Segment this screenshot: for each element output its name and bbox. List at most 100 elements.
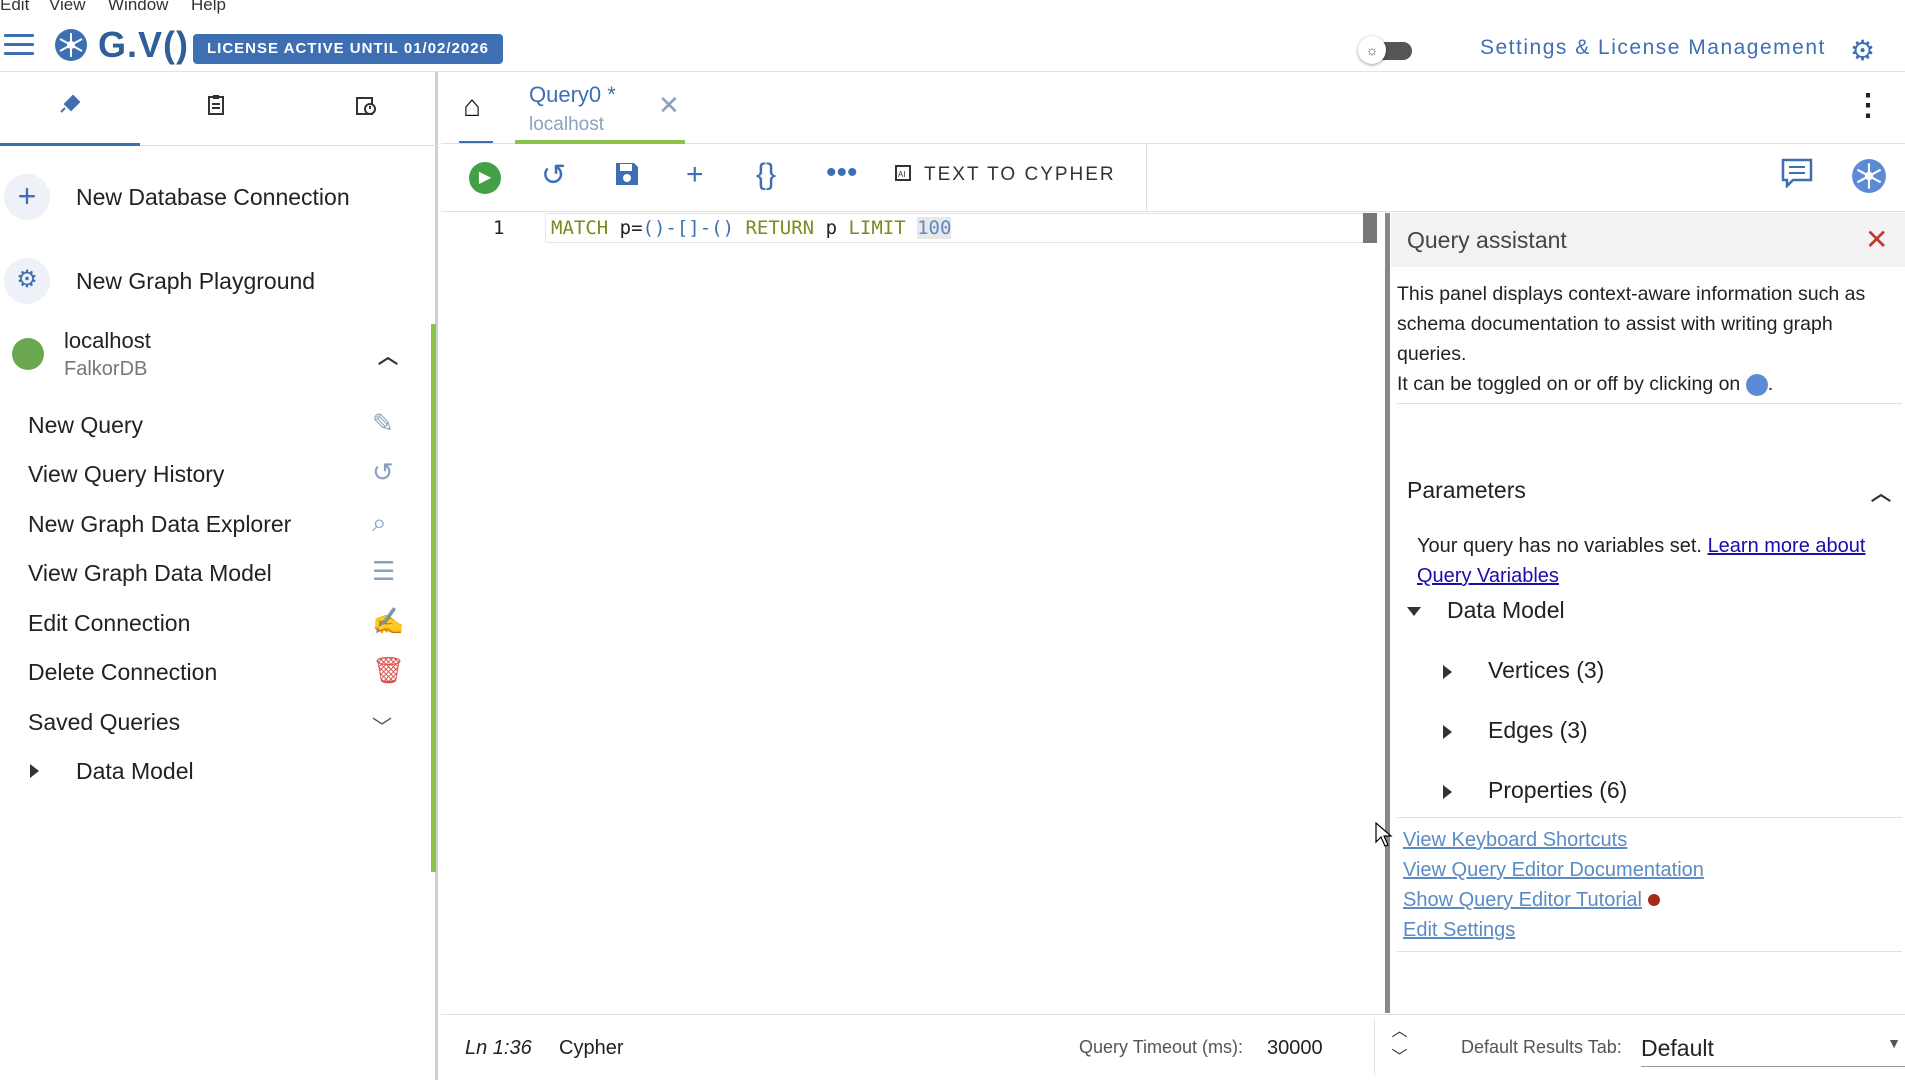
parameters-title: Parameters — [1407, 477, 1526, 503]
menu-window[interactable]: Window — [108, 0, 168, 15]
text-to-cypher-button[interactable]: TEXT TO CYPHER — [924, 164, 1116, 186]
edit-icon: ✍ — [372, 606, 405, 636]
sidebar-tabs — [0, 72, 438, 146]
new-query-item[interactable]: New Query ✎ — [0, 402, 430, 452]
close-icon[interactable]: ✕ — [1865, 223, 1888, 256]
assistant-desc-2: It can be toggled on or off by clicking … — [1397, 373, 1774, 396]
code-line[interactable]: MATCH p=()-[]-() RETURN p LIMIT 100 — [551, 217, 952, 239]
timeout-label: Query Timeout (ms): — [1079, 1037, 1244, 1057]
logo-text: G.V() — [98, 24, 189, 65]
chevron-up-icon[interactable]: ︿ — [378, 340, 398, 369]
close-tab-icon[interactable]: ✕ — [658, 90, 680, 121]
new-graph-data-explorer-label: New Graph Data Explorer — [28, 511, 292, 537]
tab-connections[interactable] — [0, 72, 140, 146]
new-graph-playground-button[interactable]: ⚙ New Graph Playground — [0, 246, 438, 316]
assistant-title: Query assistant — [1407, 227, 1567, 253]
caret-right-icon — [1443, 784, 1452, 799]
plug-icon — [59, 94, 81, 121]
view-graph-data-model-label: View Graph Data Model — [28, 560, 272, 586]
panel-splitter[interactable] — [1385, 213, 1390, 1013]
language-label: Cypher — [559, 1037, 624, 1059]
sidebar: + New Database Connection ⚙ New Graph Pl… — [0, 72, 438, 1080]
add-icon[interactable]: + — [686, 158, 704, 192]
run-query-button[interactable]: ▶ — [469, 162, 501, 194]
tab-history[interactable] — [296, 72, 436, 146]
menu-bar: Edit View Window Help — [0, 0, 1905, 14]
history-button[interactable]: ↺ — [541, 158, 566, 193]
timeout-stepper[interactable]: ︿ ﹀ — [1374, 1019, 1424, 1075]
gear-icon[interactable]: ⚙ — [1850, 34, 1875, 67]
delete-connection-item[interactable]: Delete Connection 🗑 — [0, 649, 430, 699]
chevron-down-icon: ﹀ — [372, 717, 392, 739]
data-model-tree-item[interactable]: Data Model — [0, 748, 430, 798]
chevron-up-icon[interactable]: ︿ — [1871, 477, 1891, 506]
keyboard-shortcuts-link[interactable]: View Keyboard Shortcuts — [1403, 829, 1627, 851]
editor-docs-link[interactable]: View Query Editor Documentation — [1403, 859, 1704, 881]
edges-tree-item[interactable]: Edges (3) — [1443, 717, 1588, 744]
view-query-history-label: View Query History — [28, 461, 225, 487]
svg-text:AI: AI — [898, 170, 906, 179]
home-underline — [459, 141, 493, 143]
edit-settings-link[interactable]: Edit Settings — [1403, 919, 1515, 941]
view-query-history-item[interactable]: View Query History ↺ — [0, 451, 430, 501]
chevron-down-icon[interactable]: ﹀ — [1375, 1045, 1424, 1071]
tab-subtitle: localhost — [529, 114, 604, 135]
query-assistant-toggle-icon[interactable] — [1851, 158, 1887, 202]
menu-help[interactable]: Help — [191, 0, 226, 15]
tab-title: Query0 * — [529, 82, 616, 107]
database-icon: ☰ — [372, 556, 396, 586]
chevron-up-icon[interactable]: ︿ — [1375, 1019, 1424, 1045]
edit-connection-item[interactable]: Edit Connection ✍ — [0, 600, 430, 650]
properties-tree-item[interactable]: Properties (6) — [1443, 777, 1627, 804]
status-bar: Ln 1:36 Cypher Query Timeout (ms): 30000… — [441, 1014, 1905, 1080]
save-icon[interactable] — [613, 160, 641, 196]
cursor-position: Ln 1:36 — [465, 1037, 532, 1059]
new-database-connection-button[interactable]: + New Database Connection — [0, 162, 438, 232]
hamburger-menu-icon[interactable] — [4, 34, 34, 56]
results-tab-label: Default Results Tab: — [1461, 1037, 1622, 1057]
assistant-header: Query assistant ✕ — [1391, 213, 1905, 267]
editor-tutorial-link[interactable]: Show Query Editor Tutorial — [1403, 889, 1642, 911]
license-badge: LICENSE ACTIVE UNTIL 01/02/2026 — [193, 34, 503, 64]
caret-right-icon — [1443, 664, 1452, 679]
dropdown-arrow-icon: ▼ — [1887, 1035, 1901, 1051]
ai-chip-icon: AI — [892, 162, 914, 189]
menu-view[interactable]: View — [49, 0, 86, 15]
saved-queries-item[interactable]: Saved Queries ﹀ — [0, 699, 430, 749]
chat-icon[interactable] — [1781, 158, 1813, 196]
format-json-icon[interactable]: {} — [756, 158, 776, 192]
tab-bar: ⌂ Query0 * localhost ✕ ⋮ — [441, 72, 1905, 144]
graph-dots-icon[interactable]: ••• — [826, 156, 858, 190]
assistant-description: This panel displays context-aware inform… — [1397, 279, 1902, 399]
assistant-desc-1: This panel displays context-aware inform… — [1397, 283, 1866, 365]
caret-right-icon — [30, 764, 39, 778]
timeout-input[interactable]: 30000 — [1267, 1037, 1323, 1060]
new-database-connection-label: New Database Connection — [76, 184, 350, 210]
results-tab-select[interactable]: Default ▼ — [1641, 1025, 1905, 1067]
explore-icon: ⌕ — [372, 507, 387, 537]
vertices-tree-item[interactable]: Vertices (3) — [1443, 657, 1604, 684]
assistant-links: View Keyboard Shortcuts View Query Edito… — [1403, 825, 1704, 945]
caret-right-icon — [1443, 724, 1452, 739]
app-header: G.V() LICENSE ACTIVE UNTIL 01/02/2026 ☼ … — [0, 14, 1905, 72]
trash-icon: 🗑 — [372, 655, 406, 685]
plus-icon: + — [4, 174, 50, 220]
edit-connection-label: Edit Connection — [28, 610, 191, 636]
tab-clipboard[interactable] — [146, 72, 286, 146]
new-graph-data-explorer-item[interactable]: New Graph Data Explorer ⌕ — [0, 501, 430, 551]
parameters-text: Your query has no variables set. Learn m… — [1417, 535, 1866, 587]
data-model-tree[interactable]: Data Model — [1407, 597, 1565, 624]
settings-link[interactable]: Settings & License Management — [1480, 36, 1826, 60]
editor-scrollbar[interactable] — [1363, 213, 1377, 243]
theme-toggle[interactable]: ☼ — [1358, 36, 1414, 64]
more-vert-icon[interactable]: ⋮ — [1853, 88, 1883, 123]
data-model-label: Data Model — [76, 758, 194, 784]
view-graph-data-model-item[interactable]: View Graph Data Model ☰ — [0, 550, 430, 600]
connection-header[interactable]: localhost FalkorDB ︿ — [0, 322, 438, 392]
menu-edit[interactable]: Edit — [0, 0, 29, 15]
history-icon — [355, 96, 377, 121]
home-icon[interactable]: ⌂ — [463, 90, 481, 124]
connection-type: FalkorDB — [64, 358, 148, 380]
code-editor[interactable]: 1 MATCH p=()-[]-() RETURN p LIMIT 100 — [441, 213, 1365, 1013]
delete-connection-label: Delete Connection — [28, 659, 218, 685]
